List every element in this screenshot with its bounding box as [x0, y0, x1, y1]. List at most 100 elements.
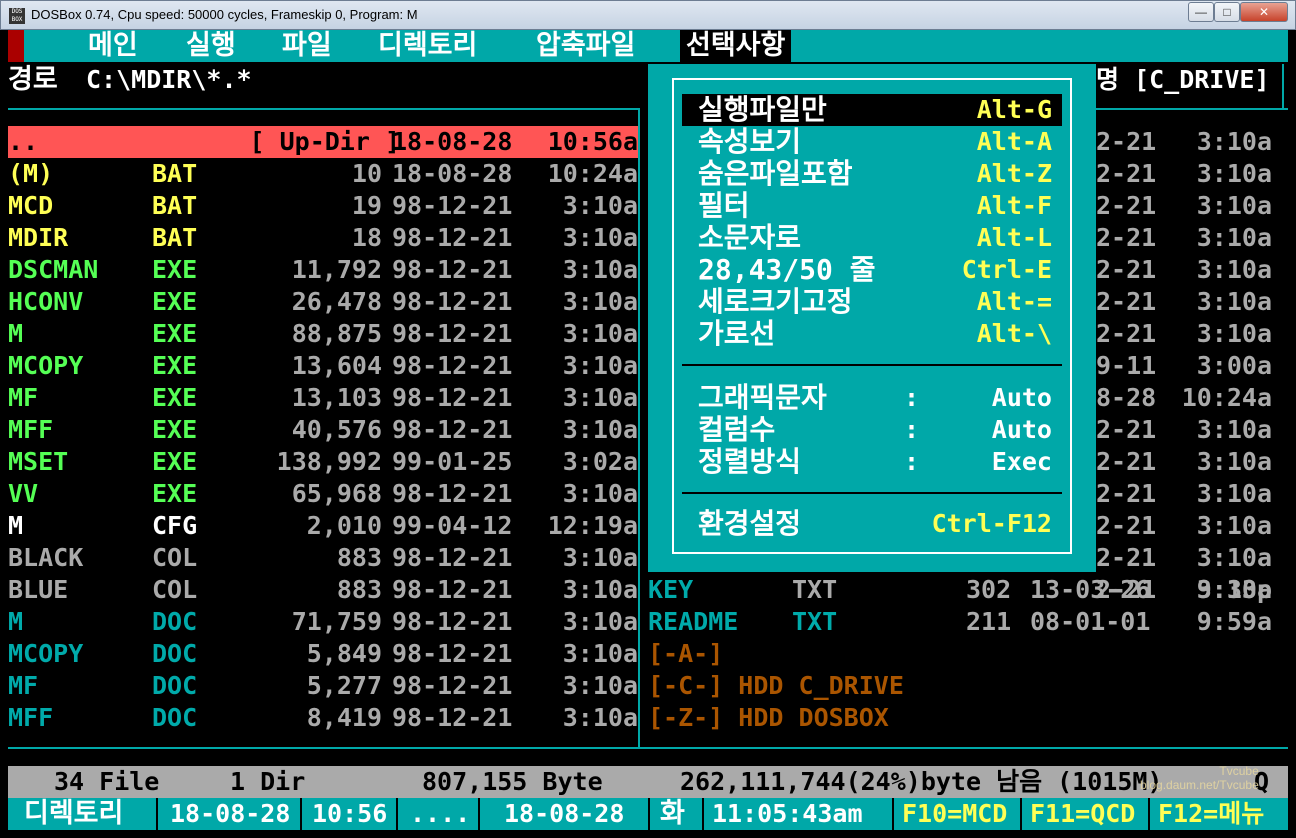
file-row[interactable]: MCOPY EXE 13,604 98-12-21 3:10a — [8, 350, 638, 382]
setting-separator: : — [904, 383, 920, 412]
file-size: 883 — [336, 575, 382, 604]
file-date: 98-12-21 — [392, 575, 513, 604]
menu-options[interactable]: 선택사항 — [680, 30, 792, 62]
menu-directory[interactable]: 디렉토리 — [378, 30, 477, 62]
option-item[interactable]: 28,43/50 줄 Ctrl-E — [682, 254, 1062, 286]
maximize-button[interactable]: □ — [1214, 2, 1240, 22]
file-row[interactable]: BLACK COL 883 98-12-21 3:10a — [8, 542, 638, 574]
right-file-row[interactable]: 2-21 3:10a — [1096, 158, 1272, 190]
file-time: 3:10a — [1196, 287, 1272, 316]
f12-menu-key[interactable]: F12=메뉴 — [1158, 798, 1264, 830]
minimize-button[interactable]: — — [1188, 2, 1214, 22]
file-ext: DOC — [152, 607, 198, 636]
file-row[interactable]: MDIR BAT 18 98-12-21 3:10a — [8, 222, 638, 254]
file-row[interactable]: MSET EXE 138,992 99-01-25 3:02a — [8, 446, 638, 478]
file-size: 19 — [351, 191, 382, 220]
option-shortcut: Alt-A — [976, 127, 1052, 156]
option-item[interactable]: 속성보기 Alt-A — [682, 126, 1062, 158]
file-time: 3:10a — [562, 479, 638, 508]
file-name: README — [648, 607, 739, 636]
right-file-row[interactable]: 2-21 3:10a — [1096, 222, 1272, 254]
file-name: BLACK — [8, 543, 84, 572]
file-row[interactable]: M DOC 71,759 98-12-21 3:10a — [8, 606, 638, 638]
file-time: 3:10a — [562, 575, 638, 604]
updir-row[interactable]: .. [ Up-Dir ] 18-08-28 10:56a — [8, 126, 638, 158]
file-row[interactable]: MCOPY DOC 5,849 98-12-21 3:10a — [8, 638, 638, 670]
file-ext: EXE — [152, 287, 198, 316]
right-file-row[interactable]: 9-11 3:00a — [1096, 350, 1272, 382]
file-date: 2-21 — [1096, 159, 1157, 188]
file-size: 11,792 — [291, 255, 382, 284]
file-size: 138,992 — [276, 447, 382, 476]
option-setting[interactable]: 정렬방식: Exec — [682, 446, 1062, 478]
separator — [682, 492, 1062, 494]
file-time: 3:10a — [1196, 223, 1272, 252]
right-file-row[interactable]: 2-21 3:10a — [1096, 190, 1272, 222]
option-item[interactable]: 가로선 Alt-\ — [682, 318, 1062, 350]
file-row[interactable]: M CFG 2,010 99-04-12 12:19a — [8, 510, 638, 542]
pane-divider — [638, 108, 640, 748]
file-row[interactable]: MF DOC 5,277 98-12-21 3:10a — [8, 670, 638, 702]
drive-item[interactable]: [-C-] HDD C_DRIVE — [648, 670, 1048, 702]
file-ext: EXE — [152, 415, 198, 444]
drive-item[interactable]: [-Z-] HDD DOSBOX — [648, 702, 1048, 734]
menu-file[interactable]: 파일 — [282, 30, 332, 62]
right-file-row[interactable]: 2-21 3:10a — [1096, 542, 1272, 574]
right-file-row[interactable]: README TXT 211 08-01-01 9:59a — [648, 606, 1272, 638]
option-setting[interactable]: 그래픽문자: Auto — [682, 382, 1062, 414]
file-date: 2-21 — [1096, 543, 1157, 572]
option-item[interactable]: 실행파일만 Alt-G — [682, 94, 1062, 126]
right-file-row[interactable]: 2-21 3:10a — [1096, 414, 1272, 446]
f11-qcd-key[interactable]: F11=QCD — [1030, 798, 1135, 830]
file-date: 98-12-21 — [392, 415, 513, 444]
right-file-row[interactable]: 2-21 3:10a — [1096, 510, 1272, 542]
right-file-row[interactable]: 2-21 3:10a — [1096, 286, 1272, 318]
file-time: 3:10a — [562, 191, 638, 220]
right-file-row[interactable]: 2-21 3:10a — [1096, 446, 1272, 478]
menu-archive[interactable]: 압축파일 — [536, 30, 635, 62]
separator — [648, 798, 650, 830]
separator — [682, 364, 1062, 366]
file-row[interactable]: DSCMAN EXE 11,792 98-12-21 3:10a — [8, 254, 638, 286]
option-setting[interactable]: 컬럼수: Auto — [682, 414, 1062, 446]
right-file-row[interactable]: 2-21 3:10a — [1096, 318, 1272, 350]
close-button[interactable]: ✕ — [1240, 2, 1288, 22]
settings-item[interactable]: 환경설정 Ctrl-F12 — [682, 508, 1062, 540]
file-row[interactable]: BLUE COL 883 98-12-21 3:10a — [8, 574, 638, 606]
menu-run[interactable]: 실행 — [186, 30, 236, 62]
option-item[interactable]: 필터 Alt-F — [682, 190, 1062, 222]
file-row[interactable]: MCD BAT 19 98-12-21 3:10a — [8, 190, 638, 222]
file-row[interactable]: MF EXE 13,103 98-12-21 3:10a — [8, 382, 638, 414]
drive-item[interactable]: [-A-] — [648, 638, 1048, 670]
file-time: 3:10a — [562, 383, 638, 412]
option-label: 28,43/50 줄 — [698, 253, 876, 286]
file-row[interactable]: VV EXE 65,968 98-12-21 3:10a — [8, 478, 638, 510]
right-file-row[interactable]: KEY TXT 302 13-03-26 9:33p — [648, 574, 1272, 606]
file-row[interactable]: MFF EXE 40,576 98-12-21 3:10a — [8, 414, 638, 446]
file-row[interactable]: (M) BAT 10 18-08-28 10:24a — [8, 158, 638, 190]
file-size: 88,875 — [291, 319, 382, 348]
right-file-row[interactable]: 8-28 10:24a — [1096, 382, 1272, 414]
right-file-row[interactable]: 2-21 3:10a — [1096, 126, 1272, 158]
dos-screen[interactable]: 메인 실행 파일 디렉토리 압축파일 선택사항 경로 C:\MDIR\*.* 명… — [8, 30, 1288, 830]
option-item[interactable]: 소문자로 Alt-L — [682, 222, 1062, 254]
file-ext: EXE — [152, 447, 198, 476]
right-file-row[interactable]: 2-21 3:10a — [1096, 254, 1272, 286]
file-row[interactable]: MFF DOC 8,419 98-12-21 3:10a — [8, 702, 638, 734]
menu-marker — [8, 30, 24, 62]
menu-main[interactable]: 메인 — [88, 30, 138, 62]
setting-value: Auto — [991, 383, 1052, 412]
file-row[interactable]: HCONV EXE 26,478 98-12-21 3:10a — [8, 286, 638, 318]
option-item[interactable]: 숨은파일포함 Alt-Z — [682, 158, 1062, 190]
setting-label: 컬럼수 — [698, 413, 776, 446]
option-item[interactable]: 세로크기고정 Alt-= — [682, 286, 1062, 318]
setting-label: 그래픽문자 — [698, 381, 827, 414]
file-ext: EXE — [152, 479, 198, 508]
clock: 11:05:43am — [712, 799, 863, 828]
window-titlebar[interactable]: DOS BOX DOSBox 0.74, Cpu speed: 50000 cyc… — [0, 0, 1296, 30]
right-file-row[interactable]: 2-21 3:10a — [1096, 478, 1272, 510]
f10-mcd-key[interactable]: F10=MCD — [902, 798, 1007, 830]
file-date: 98-12-21 — [392, 223, 513, 252]
file-name: MFF — [8, 703, 54, 732]
file-row[interactable]: M EXE 88,875 98-12-21 3:10a — [8, 318, 638, 350]
